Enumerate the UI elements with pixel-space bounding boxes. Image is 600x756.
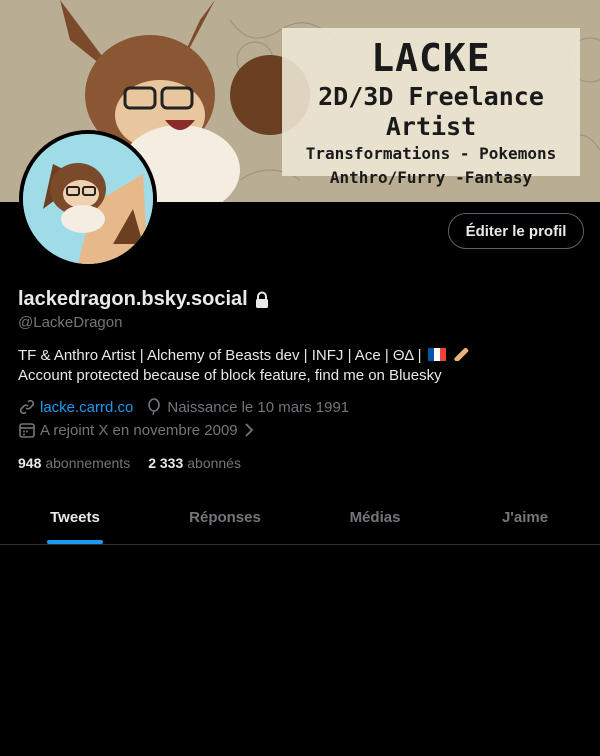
followers-label: abonnés: [187, 455, 241, 471]
france-flag-icon: [427, 348, 446, 361]
tab-media[interactable]: Médias: [300, 490, 450, 544]
profile-meta-row-2[interactable]: A rejoint X en novembre 2009: [18, 421, 260, 439]
banner-title-card: LACKE 2D/3D Freelance Artist Transformat…: [282, 28, 580, 187]
tab-tweets[interactable]: Tweets: [0, 490, 150, 544]
tab-likes[interactable]: J'aime: [450, 490, 600, 544]
following-label: abonnements: [45, 455, 131, 471]
followers-count[interactable]: 2 333 abonnés: [148, 455, 241, 471]
follow-counts: 948 abonnements 2 333 abonnés: [18, 455, 241, 471]
bandage-icon: [454, 348, 469, 361]
bio-line-2: Account protected because of block featu…: [18, 367, 442, 384]
display-name: lackedragon.bsky.social: [18, 288, 248, 310]
tab-replies-label: Réponses: [189, 508, 261, 526]
joined-date: A rejoint X en novembre 2009: [40, 421, 238, 439]
bio: TF & Anthro Artist | Alchemy of Beasts d…: [18, 346, 588, 386]
banner-line-2: Anthro/Furry -Fantasy: [329, 168, 533, 187]
link-icon: [19, 399, 35, 415]
tab-replies[interactable]: Réponses: [150, 490, 300, 544]
bio-line-1: TF & Anthro Artist | Alchemy of Beasts d…: [18, 346, 588, 366]
banner-subtitle: 2D/3D Freelance Artist: [318, 82, 544, 141]
banner-title: LACKE: [371, 36, 491, 80]
tab-likes-label: J'aime: [501, 508, 549, 526]
tab-tweets-label: Tweets: [50, 508, 100, 526]
profile-tabs: Tweets Réponses Médias J'aime: [0, 490, 600, 545]
balloon-icon: [148, 398, 161, 416]
edit-profile-button[interactable]: Éditer le profil: [448, 213, 584, 249]
lock-icon: [255, 291, 268, 308]
handle: @LackeDragon: [18, 314, 123, 331]
following-number: 948: [18, 455, 42, 471]
profile-link[interactable]: lacke.carrd.co: [40, 399, 133, 416]
avatar[interactable]: [19, 130, 157, 268]
banner-line-1: Transformations - Pokemons: [305, 144, 557, 163]
following-count[interactable]: 948 abonnements: [18, 455, 130, 471]
active-tab-indicator: [47, 540, 103, 544]
birthday: Naissance le 10 mars 1991: [167, 398, 350, 416]
profile-meta-row-1: lacke.carrd.co Naissance le 10 mars 1991: [18, 398, 349, 416]
chevron-right-icon: [245, 423, 253, 437]
tab-media-label: Médias: [349, 508, 401, 526]
display-name-row: lackedragon.bsky.social: [18, 288, 270, 311]
bio-text-1: TF & Anthro Artist | Alchemy of Beasts d…: [18, 347, 426, 364]
calendar-icon: [19, 423, 35, 438]
followers-number: 2 333: [148, 455, 184, 471]
avatar-artwork: [23, 134, 153, 264]
